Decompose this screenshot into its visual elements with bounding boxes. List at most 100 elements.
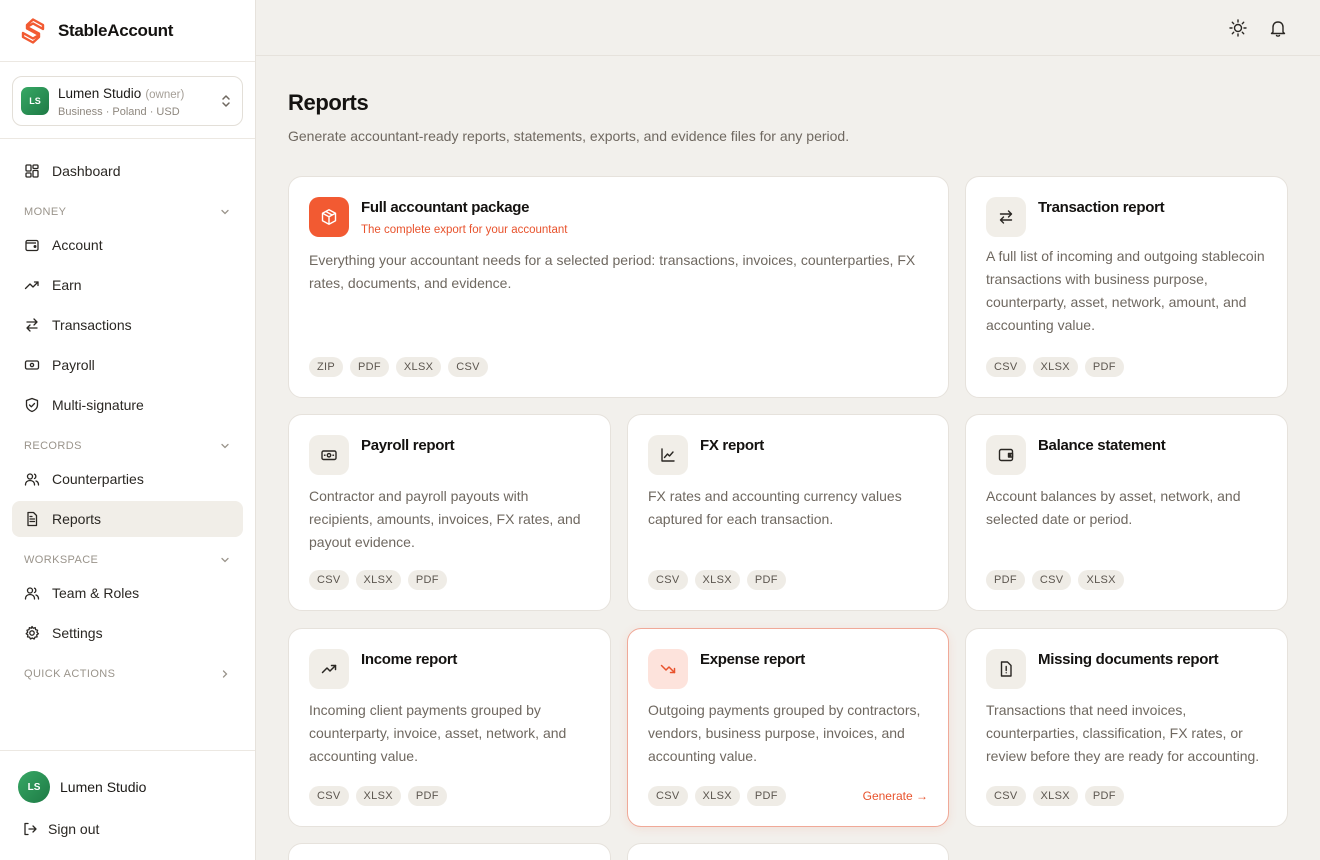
sidebar-item-multisig[interactable]: Multi-signature xyxy=(12,387,243,423)
format-chip: XLSX xyxy=(694,786,740,806)
format-chip: XLSX xyxy=(355,570,401,590)
sidebar-item-label: Transactions xyxy=(52,317,132,333)
report-card-balance-statement[interactable]: Balance statement Account balances by as… xyxy=(965,414,1288,611)
card-title: FX report xyxy=(700,437,764,454)
format-chip: PDF xyxy=(350,357,389,377)
format-chip: CSV xyxy=(448,357,488,377)
format-chip: XLSX xyxy=(355,786,401,806)
card-description: Outgoing payments grouped by contractors… xyxy=(648,702,921,764)
bell-icon[interactable] xyxy=(1268,18,1288,38)
format-chips: CSV XLSX PDF xyxy=(986,357,1131,377)
sidebar-item-label: Earn xyxy=(52,277,82,293)
section-workspace[interactable]: WORKSPACE xyxy=(12,545,243,575)
report-card-payroll[interactable]: Payroll report Contractor and payroll pa… xyxy=(288,414,611,611)
sign-out-button[interactable]: Sign out xyxy=(0,803,255,837)
sign-out-label: Sign out xyxy=(48,821,100,837)
org-role: (owner) xyxy=(145,88,185,101)
card-title: Income report xyxy=(361,651,458,668)
section-label: MONEY xyxy=(24,206,67,218)
trend-up-icon xyxy=(24,281,39,290)
sidebar-nav: Dashboard MONEY Account Earn Transaction… xyxy=(0,139,255,689)
sidebar-item-label: Multi-signature xyxy=(52,397,144,413)
section-label: RECORDS xyxy=(24,440,82,452)
sidebar: StableAccount LS Lumen Studio (owner) Bus… xyxy=(0,0,256,860)
wallet-icon xyxy=(986,435,1026,475)
format-chips: CSV XLSX PDF xyxy=(309,786,454,806)
section-records[interactable]: RECORDS xyxy=(12,431,243,461)
section-label: WORKSPACE xyxy=(24,554,99,566)
card-title: Transaction report xyxy=(1038,199,1165,216)
format-chip: PDF xyxy=(1084,786,1124,806)
org-switcher[interactable]: LS Lumen Studio (owner) Business · Poland… xyxy=(12,76,243,126)
package-icon xyxy=(309,197,349,237)
card-description: Everything your accountant needs for a s… xyxy=(309,252,916,291)
sidebar-item-reports[interactable]: Reports xyxy=(12,501,243,537)
card-description: Account balances by asset, network, and … xyxy=(986,488,1241,527)
sidebar-item-dashboard[interactable]: Dashboard xyxy=(12,153,243,189)
format-chip: CSV xyxy=(309,786,349,806)
card-description: Contractor and payroll payouts with reci… xyxy=(309,488,581,550)
arrows-left-right-icon xyxy=(26,318,38,332)
report-card-full-accountant-package[interactable]: Full accountant package The complete exp… xyxy=(288,176,949,398)
format-chip: CSV xyxy=(309,570,349,590)
wallet-icon xyxy=(25,239,39,252)
sidebar-item-team[interactable]: Team & Roles xyxy=(12,575,243,611)
user-profile[interactable]: LS Lumen Studio xyxy=(0,751,255,803)
file-text-icon xyxy=(27,511,38,527)
sidebar-item-label: Dashboard xyxy=(52,163,121,179)
brand[interactable]: StableAccount xyxy=(0,0,255,62)
chevron-down-icon xyxy=(221,443,229,449)
org-avatar: LS xyxy=(21,87,49,115)
card-title: Payroll report xyxy=(361,437,455,454)
section-quick-actions[interactable]: QUICK ACTIONS xyxy=(12,659,243,689)
chevron-down-icon xyxy=(221,209,229,215)
sidebar-item-transactions[interactable]: Transactions xyxy=(12,307,243,343)
card-description: A full list of incoming and outgoing sta… xyxy=(986,248,1265,333)
sidebar-item-label: Payroll xyxy=(52,357,95,373)
chevron-right-icon xyxy=(222,670,228,678)
report-card-income[interactable]: Income report Incoming client payments g… xyxy=(288,628,611,827)
format-chip: ZIP xyxy=(309,357,344,377)
brand-logo-icon xyxy=(21,17,45,44)
report-card-fx[interactable]: FX report FX rates and accounting curren… xyxy=(627,414,949,611)
section-money[interactable]: MONEY xyxy=(12,197,243,227)
format-chips: ZIP PDF XLSX CSV xyxy=(309,357,495,377)
page-title: Reports xyxy=(288,90,369,115)
user-name: Lumen Studio xyxy=(60,779,147,795)
report-card-partial[interactable] xyxy=(627,843,949,860)
format-chip: CSV xyxy=(1031,570,1072,590)
page-subtitle: Generate accountant-ready reports, state… xyxy=(288,128,850,144)
card-title: Balance statement xyxy=(1038,437,1166,454)
report-card-missing-documents[interactable]: Missing documents report Transactions th… xyxy=(965,628,1288,827)
format-chip: PDF xyxy=(746,786,786,806)
sidebar-item-earn[interactable]: Earn xyxy=(12,267,243,303)
trend-down-icon xyxy=(648,649,688,689)
card-title: Missing documents report xyxy=(1038,651,1219,668)
sidebar-item-label: Team & Roles xyxy=(52,585,140,601)
gear-icon xyxy=(25,625,40,640)
format-chip: CSV xyxy=(648,786,688,806)
report-card-transaction[interactable]: Transaction report A full list of incomi… xyxy=(965,176,1288,398)
sidebar-item-account[interactable]: Account xyxy=(12,227,243,263)
card-description: Transactions that need invoices, counter… xyxy=(986,702,1260,764)
banknote-icon xyxy=(309,435,349,475)
report-card-expense[interactable]: Expense report Outgoing payments grouped… xyxy=(627,628,949,827)
sidebar-item-label: Account xyxy=(52,237,103,253)
sidebar-item-settings[interactable]: Settings xyxy=(12,615,243,651)
report-card-partial[interactable] xyxy=(288,843,611,860)
line-chart-icon xyxy=(648,435,688,475)
chevron-down-icon xyxy=(221,557,229,563)
sidebar-item-counterparties[interactable]: Counterparties xyxy=(12,461,243,497)
generate-link[interactable]: Generate → xyxy=(863,789,928,803)
sun-icon[interactable] xyxy=(1228,18,1248,38)
main-content: Reports Generate accountant-ready report… xyxy=(288,90,1288,144)
format-chips: CSV XLSX PDF xyxy=(309,570,454,590)
avatar: LS xyxy=(18,771,50,803)
sidebar-item-payroll[interactable]: Payroll xyxy=(12,347,243,383)
sidebar-item-label: Settings xyxy=(52,625,103,641)
format-chip: XLSX xyxy=(694,570,740,590)
log-out-icon xyxy=(24,822,37,836)
format-chip: CSV xyxy=(986,357,1026,377)
format-chips: CSV XLSX PDF xyxy=(648,786,793,806)
org-meta: Business · Poland · USD xyxy=(58,105,180,118)
